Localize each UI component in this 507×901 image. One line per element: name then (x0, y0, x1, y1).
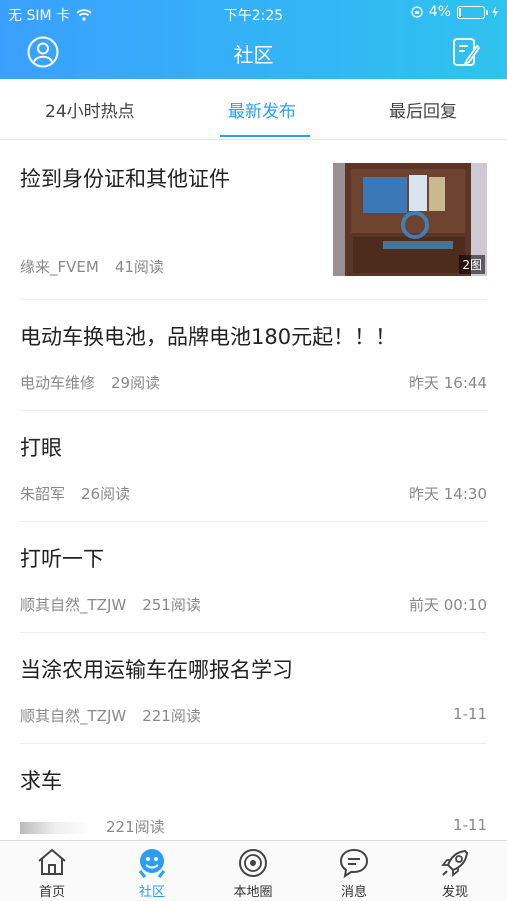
tab-latest[interactable]: 最新发布 (228, 97, 296, 122)
post-time: 昨天 14:30 (409, 485, 487, 503)
post-meta: 顺其自然_TZJW 251阅读 (20, 594, 201, 615)
discover-icon (441, 849, 469, 877)
image-count-badge: 2图 (459, 255, 485, 274)
post-meta: 电动车维修 29阅读 (20, 372, 160, 393)
post-time: 昨天 16:44 (409, 374, 487, 392)
post-title: 捡到身份证和其他证件 (20, 167, 230, 191)
post-title: 打听一下 (20, 547, 104, 571)
post-meta: 缘来_FVEM 41阅读 (20, 256, 164, 277)
tab-bar: 24小时热点 最新发布 最后回复 (0, 79, 507, 140)
post-item[interactable]: 当涂农用运输车在哪报名学习 顺其自然_TZJW 221阅读 1-11 (20, 632, 487, 744)
post-title: 当涂农用运输车在哪报名学习 (20, 658, 293, 682)
tab-hot-24h[interactable]: 24小时热点 (45, 97, 135, 122)
post-item[interactable]: 捡到身份证和其他证件 缘来_FVEM 41阅读 2图 (20, 139, 487, 300)
post-time: 1-11 (452, 705, 487, 723)
post-title: 求车 (20, 769, 62, 793)
post-author: 缘来_FVEM (20, 258, 99, 276)
status-bar: 无 SIM 卡 下午2:25 4% (0, 0, 507, 26)
bottom-tab-discover[interactable]: 发现 (415, 841, 495, 901)
nav-bar: 社区 (0, 26, 507, 79)
bottom-tab-label: 首页 (38, 885, 65, 900)
bottom-tab-label: 发现 (441, 885, 468, 900)
page-title: 社区 (233, 43, 274, 67)
local-circle-icon (239, 849, 267, 877)
charging-icon (492, 6, 498, 18)
post-title: 电动车换电池，品牌电池180元起！！！ (20, 325, 397, 349)
bottom-tab-community[interactable]: 社区 (112, 841, 192, 901)
post-read-count: 251阅读 (142, 596, 201, 614)
post-item[interactable]: 电动车换电池，品牌电池180元起！！！ 电动车维修 29阅读 昨天 16:44 (20, 299, 487, 411)
orientation-lock-icon (411, 6, 423, 18)
post-author: 电动车维修 (20, 374, 96, 392)
community-icon (138, 849, 166, 878)
post-read-count: 26阅读 (81, 485, 131, 503)
post-time: 1-11 (452, 816, 487, 834)
post-time: 前天 00:10 (409, 596, 487, 614)
post-author: 朱韶军 (20, 485, 66, 503)
post-read-count: 221阅读 (106, 818, 165, 836)
post-author: 顺其自然_TZJW (20, 707, 127, 725)
battery-percent: 4% (428, 4, 451, 20)
bottom-tab-local[interactable]: 本地圈 (213, 841, 293, 901)
bottom-tab-label: 消息 (340, 885, 367, 900)
post-read-count: 221阅读 (142, 707, 201, 725)
post-author: 顺其自然_TZJW (20, 596, 127, 614)
compose-icon[interactable] (451, 36, 481, 68)
post-read-count: 41阅读 (114, 258, 164, 276)
post-item[interactable]: 求车 221阅读 1-11 (20, 743, 487, 840)
bottom-tab-bar: 首页 社区 本地圈 消息 发现 (0, 840, 507, 901)
app-header: 无 SIM 卡 下午2:25 4% 社区 (0, 0, 507, 79)
post-item[interactable]: 打眼 朱韶军 26阅读 昨天 14:30 (20, 410, 487, 522)
battery-icon (457, 5, 488, 19)
bottom-tab-home[interactable]: 首页 (12, 841, 92, 901)
post-title: 打眼 (20, 436, 62, 460)
tab-last-reply[interactable]: 最后回复 (389, 97, 457, 122)
post-meta: 朱韶军 26阅读 (20, 483, 130, 504)
post-thumbnail[interactable]: 2图 (333, 163, 487, 276)
post-read-count: 29阅读 (111, 374, 161, 392)
post-meta: 顺其自然_TZJW 221阅读 (20, 705, 201, 726)
bottom-tab-messages[interactable]: 消息 (314, 841, 394, 901)
bottom-tab-label: 本地圈 (233, 885, 273, 900)
home-icon (38, 848, 66, 875)
post-author-obscured (20, 821, 90, 834)
message-icon (339, 848, 369, 879)
post-meta: 221阅读 (20, 816, 165, 837)
bottom-tab-label: 社区 (138, 885, 165, 900)
post-item[interactable]: 打听一下 顺其自然_TZJW 251阅读 前天 00:10 (20, 521, 487, 633)
tab-indicator (220, 135, 310, 137)
